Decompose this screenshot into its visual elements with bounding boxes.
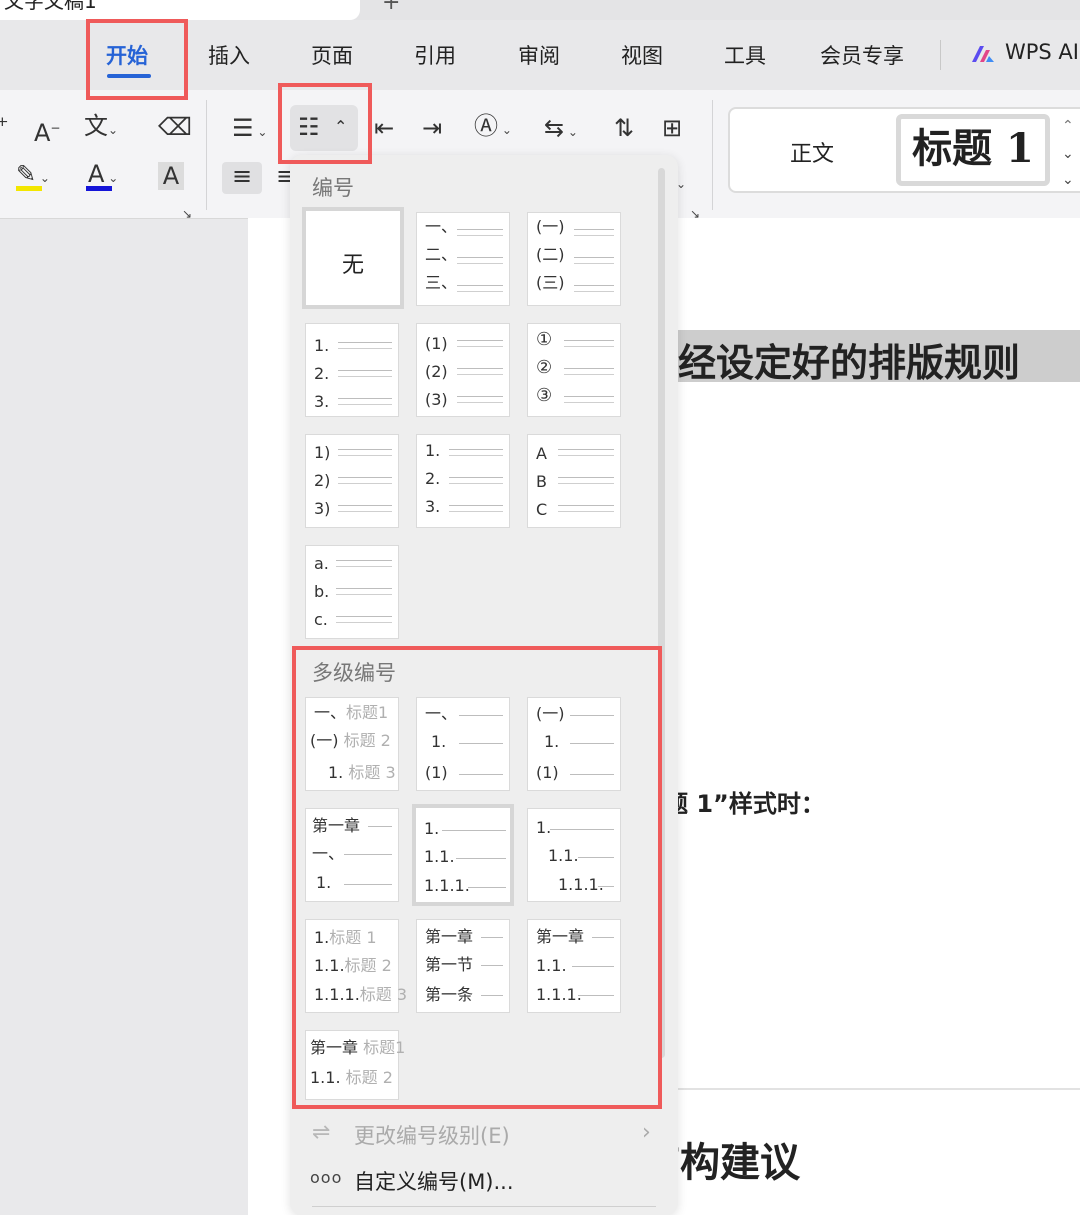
menu-insert[interactable]: 插入 xyxy=(208,40,250,70)
style-scroll-up-icon[interactable]: ⌃ xyxy=(1062,112,1074,140)
font-shrink-icon[interactable]: A− xyxy=(34,114,60,147)
numbering-tile[interactable]: 一、 二、 三、 xyxy=(416,212,510,306)
ribbon-separator xyxy=(206,100,207,210)
highlight-swatch xyxy=(16,186,42,191)
style-heading-1[interactable]: 标题 1 xyxy=(896,114,1050,186)
phonetic-guide-icon[interactable]: 文⌄ xyxy=(84,112,118,144)
section-title-numbering: 编号 xyxy=(312,176,354,200)
new-tab-button[interactable]: + xyxy=(382,0,400,15)
numbering-tile[interactable]: (一) (二) (三) xyxy=(527,212,621,306)
numbering-tile[interactable]: A B C xyxy=(527,434,621,528)
numbering-tile[interactable]: (1) (2) (3) xyxy=(416,323,510,417)
align-left-icon[interactable]: ≡ xyxy=(222,162,262,194)
style-normal[interactable]: 正文 xyxy=(790,136,834,168)
style-more-icon[interactable]: ⌄ xyxy=(1062,166,1074,194)
line-spacing-icon[interactable]: ⇆ ⌄ xyxy=(544,114,578,146)
numbering-tile-none[interactable]: 无 xyxy=(302,207,404,309)
chevron-right-icon: › xyxy=(642,1120,651,1145)
wps-ai-label: WPS AI xyxy=(1005,40,1079,64)
ribbon-separator xyxy=(712,100,713,210)
numbering-tile[interactable]: a. b. c. xyxy=(305,545,399,639)
clear-format-icon[interactable]: ⌫ xyxy=(158,113,192,141)
document-tab[interactable]: 文字文稿1 xyxy=(0,0,360,20)
none-label: 无 xyxy=(341,253,364,278)
menu-tools[interactable]: 工具 xyxy=(724,40,766,70)
bullet-list-icon[interactable]: ☰ ⌄ xyxy=(232,114,267,146)
annotation-box-numbering-button xyxy=(278,83,372,164)
document-text-line: 已经设定好的排版规则 xyxy=(640,341,1021,385)
font-dialog-launcher-icon[interactable]: ↘ xyxy=(182,196,192,228)
increase-indent-icon[interactable]: ⇥ xyxy=(422,114,442,142)
font-grow-icon[interactable]: ⁺ xyxy=(0,112,9,140)
change-level-item[interactable]: ⇌ 更改编号级别(E) › xyxy=(306,1118,666,1152)
sort-icon[interactable]: ⇅ xyxy=(614,114,634,142)
character-shading-icon[interactable]: A xyxy=(158,162,184,190)
numbering-tile[interactable]: ① ② ③ xyxy=(527,323,621,417)
numbering-tile[interactable]: 1) 2) 3) xyxy=(305,434,399,528)
menu-page[interactable]: 页面 xyxy=(311,40,353,70)
annotation-box-home-tab xyxy=(86,19,188,100)
show-hide-marks-icon[interactable]: ⊞ xyxy=(662,114,682,142)
menu-references[interactable]: 引用 xyxy=(414,40,456,70)
page-divider xyxy=(660,1088,1080,1090)
menu-membership[interactable]: 会员专享 xyxy=(820,40,904,70)
change-level-label: 更改编号级别(E) xyxy=(354,1124,510,1148)
menu-divider xyxy=(312,1206,656,1207)
annotation-box-multilevel-section xyxy=(292,646,662,1109)
font-color-button[interactable]: A ⌄ xyxy=(86,160,118,192)
menu-separator xyxy=(940,40,941,70)
document-tab-title: 文字文稿1 xyxy=(4,0,97,13)
menu-view[interactable]: 视图 xyxy=(621,40,663,70)
highlight-color-button[interactable]: ✎ ⌄ xyxy=(16,160,50,192)
custom-numbering-item[interactable]: ooo 自定义编号(M)... xyxy=(306,1164,666,1198)
menu-review[interactable]: 审阅 xyxy=(518,40,560,70)
wps-ai-logo-icon xyxy=(972,46,994,62)
more-dots-icon: ooo xyxy=(310,1168,343,1187)
font-color-swatch xyxy=(86,186,112,191)
change-level-icon: ⇌ xyxy=(312,1120,331,1145)
text-direction-icon[interactable]: Ⓐ ⌄ xyxy=(474,112,512,144)
numbering-tile[interactable]: 1. 2. 3. xyxy=(305,323,399,417)
decrease-indent-icon[interactable]: ⇤ xyxy=(374,114,394,142)
numbering-tile[interactable]: 1. 2. 3. xyxy=(416,434,510,528)
custom-numbering-label: 自定义编号(M)... xyxy=(354,1170,514,1194)
style-scroll-down-icon[interactable]: ⌄ xyxy=(1062,140,1074,168)
